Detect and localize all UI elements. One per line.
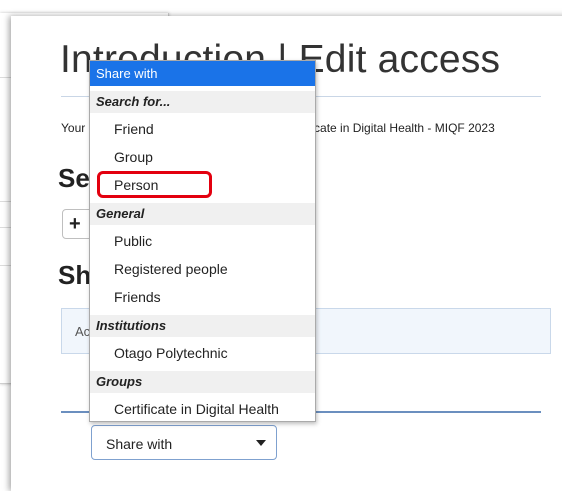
share-with-select[interactable]: Share with	[91, 425, 277, 460]
section-heading: Se	[58, 163, 90, 193]
info-box-text: Ac	[75, 324, 91, 339]
option-friends[interactable]: Friends	[90, 284, 315, 311]
dropdown-header: Share with	[90, 61, 315, 86]
share-section-heading: Sh	[58, 260, 92, 290]
caret-down-icon	[256, 440, 266, 446]
option-registered-people[interactable]: Registered people	[90, 256, 315, 283]
share-with-dropdown: Share with Search for... Friend Group Pe…	[89, 60, 316, 422]
option-group[interactable]: Group	[90, 144, 315, 171]
option-otago-polytechnic[interactable]: Otago Polytechnic	[90, 340, 315, 367]
person-highlight-box	[97, 171, 212, 198]
option-certificate-digital-health[interactable]: Certificate in Digital Health	[90, 396, 315, 423]
option-public[interactable]: Public	[90, 228, 315, 255]
group-label-search: Search for...	[90, 91, 315, 113]
option-friend[interactable]: Friend	[90, 116, 315, 143]
share-with-select-value: Share with	[106, 436, 173, 452]
group-label-institutions: Institutions	[90, 315, 315, 337]
plus-icon: +	[69, 213, 81, 235]
group-label-groups: Groups	[90, 371, 315, 393]
group-label-general: General	[90, 203, 315, 225]
